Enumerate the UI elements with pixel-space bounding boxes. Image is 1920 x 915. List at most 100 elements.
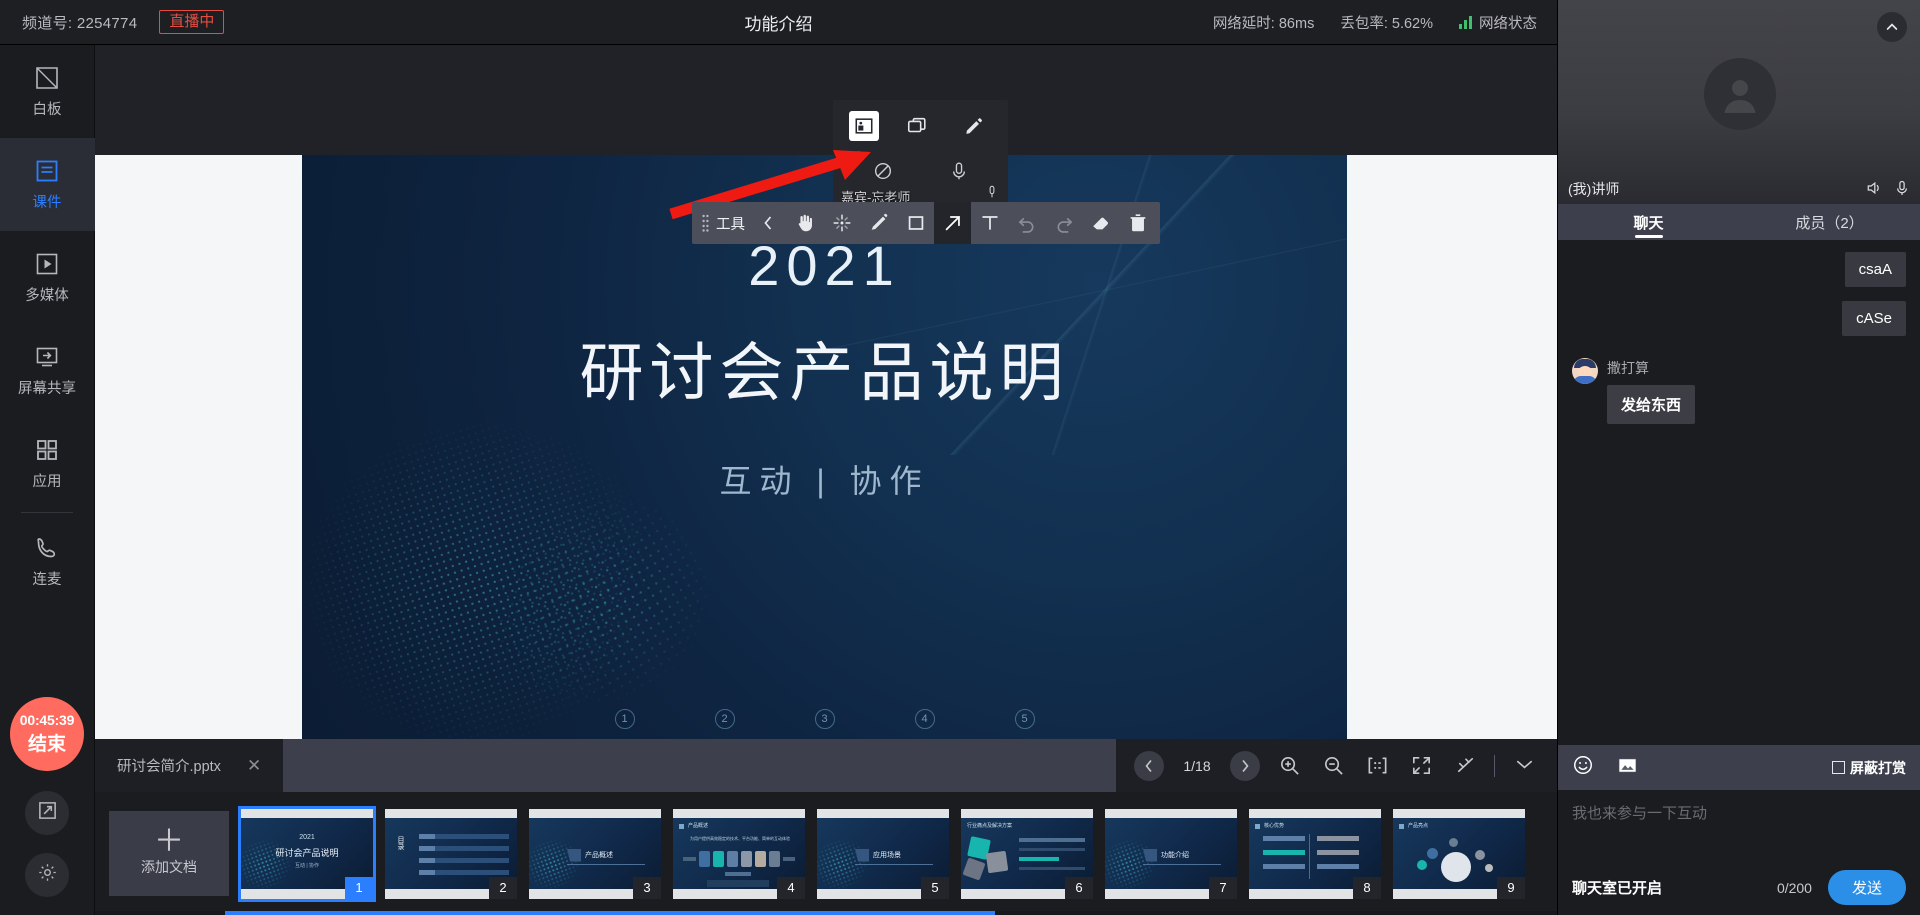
- thumbnail-caption: 为用户提供高效稳定的技术、平台功能、简单的互动体验: [690, 835, 790, 841]
- tab-chat-label: 聊天: [1633, 214, 1664, 232]
- chevron-left-icon[interactable]: [749, 202, 786, 244]
- fit-width-icon[interactable]: [1362, 751, 1392, 781]
- thumbnail-number: 5: [921, 876, 949, 899]
- zoom-out-icon[interactable]: [1318, 751, 1348, 781]
- char-counter: 0/200: [1776, 879, 1812, 896]
- chat-message-self: csaA: [1572, 252, 1906, 287]
- pip-icon[interactable]: [849, 111, 880, 141]
- whiteboard-icon: [34, 65, 60, 91]
- chat-bubble: cASe: [1842, 301, 1906, 336]
- settings-button[interactable]: [25, 853, 69, 897]
- chat-input[interactable]: 我也来参与一下互动: [1572, 802, 1906, 823]
- gear-icon: [37, 862, 58, 888]
- chevron-double-down-icon[interactable]: [1509, 751, 1539, 781]
- document-tab[interactable]: 研讨会简介.pptx ✕: [95, 739, 283, 792]
- session-timer: 00:45:39: [19, 712, 75, 728]
- thumbnail-scrollbar-thumb[interactable]: [225, 911, 995, 915]
- hand-tool[interactable]: [786, 202, 823, 244]
- redo-tool[interactable]: [1045, 202, 1082, 244]
- sidebar-item-multimedia[interactable]: 多媒体: [0, 231, 95, 324]
- undo-tool[interactable]: [1008, 202, 1045, 244]
- fullscreen-icon[interactable]: [1406, 751, 1436, 781]
- tab-members[interactable]: 成员（2）: [1739, 204, 1920, 240]
- slide-thumbnail-strip[interactable]: ＋ 添加文档 2021 研讨会产品说明 互动 | 协作 1 目录 2 产品概述 …: [95, 792, 1557, 915]
- sidebar-item-screen-share[interactable]: 屏幕共享: [0, 324, 95, 417]
- right-panel: (我)讲师 聊天 成员（2） csaA cASe 撒打算 发给东西 屏蔽打赏 我…: [1557, 0, 1920, 915]
- laser-pointer-icon[interactable]: [1450, 751, 1480, 781]
- sidebar-label-call: 连麦: [32, 571, 62, 588]
- chat-bubble: csaA: [1844, 252, 1906, 287]
- sidebar-label-courseware: 课件: [32, 194, 62, 211]
- sidebar-item-courseware[interactable]: 课件: [0, 138, 95, 231]
- screen-share-icon: [34, 344, 60, 370]
- add-document-button[interactable]: ＋ 添加文档: [109, 811, 229, 896]
- network-status[interactable]: 网络状态: [1459, 12, 1537, 33]
- text-tool[interactable]: [971, 202, 1008, 244]
- next-page-button[interactable]: [1230, 750, 1260, 781]
- mic-icon[interactable]: [941, 153, 977, 189]
- camera-off-icon[interactable]: [865, 153, 901, 189]
- teacher-video-tile[interactable]: (我)讲师: [1558, 0, 1920, 204]
- thumbnail-toc-items: [419, 833, 509, 875]
- popout-icon: [37, 800, 58, 826]
- video-tile-footer: (我)讲师: [1558, 174, 1920, 204]
- thumbnail-scrollbar-track[interactable]: [95, 911, 1557, 915]
- slide-thumbnail[interactable]: 产品亮点 9: [1393, 808, 1525, 899]
- sidebar-divider: [21, 512, 73, 513]
- slide-subtitle: 互动 | 协作: [719, 463, 930, 499]
- prev-page-button[interactable]: [1134, 750, 1164, 781]
- chevron-up-icon[interactable]: [1877, 12, 1907, 42]
- slide-thumbnail[interactable]: 2021 研讨会产品说明 互动 | 协作 1: [238, 805, 376, 902]
- mic-icon[interactable]: [1893, 179, 1911, 200]
- zoom-in-icon[interactable]: [1274, 751, 1304, 781]
- slide-page-marker: 2: [714, 709, 735, 729]
- chat-compose-footer: 聊天室已开启 0/200 发送: [1572, 870, 1906, 905]
- avatar: [1572, 358, 1598, 384]
- chat-message-body: 撒打算 发给东西: [1607, 358, 1696, 424]
- slide-thumbnail[interactable]: 行业痛点及解决方案 6: [961, 808, 1093, 899]
- rect-tool[interactable]: [897, 202, 934, 244]
- slide-thumbnail[interactable]: 功能介绍 7: [1105, 808, 1237, 899]
- block-reward-toggle[interactable]: 屏蔽打赏: [1832, 758, 1906, 778]
- sidebar-item-apps[interactable]: 应用: [0, 417, 95, 510]
- image-icon[interactable]: [1616, 754, 1639, 782]
- sidebar-item-whiteboard[interactable]: 白板: [0, 45, 95, 138]
- thumbnail-number: 7: [1209, 876, 1237, 899]
- top-bar: 频道号: 2254774 直播中 功能介绍 网络延时: 86ms 丢包率: 5.…: [0, 0, 1557, 45]
- slide-thumbnail[interactable]: 产品概述 为用户提供高效稳定的技术、平台功能、简单的互动体验 4: [673, 808, 805, 899]
- phone-icon: [34, 535, 60, 561]
- document-name: 研讨会简介.pptx: [117, 759, 221, 775]
- eraser-tool[interactable]: [1082, 202, 1119, 244]
- page-controls: 1/18: [1116, 750, 1557, 781]
- speaker-icon[interactable]: [1865, 179, 1883, 200]
- slide-thumbnail[interactable]: 应用场景 5: [817, 808, 949, 899]
- sidebar-item-call[interactable]: 连麦: [0, 515, 95, 608]
- drawing-toolbar[interactable]: 工具: [692, 202, 1160, 244]
- send-button[interactable]: 发送: [1827, 870, 1906, 905]
- drag-grip-icon[interactable]: [696, 214, 714, 232]
- tab-chat[interactable]: 聊天: [1558, 204, 1739, 240]
- block-reward-label: 屏蔽打赏: [1850, 759, 1906, 776]
- slide-thumbnail[interactable]: 目录 2: [385, 808, 517, 899]
- presenter-control-card[interactable]: 嘉宾-忘老师: [833, 100, 1008, 210]
- chat-message-list[interactable]: csaA cASe 撒打算 发给东西: [1558, 240, 1920, 745]
- thumbnail-header: 行业痛点及解决方案: [967, 822, 1013, 829]
- slide-title: 研讨会产品说明: [579, 337, 1070, 409]
- slide-thumbnail[interactable]: 产品概述 3: [529, 808, 661, 899]
- popout-button[interactable]: [25, 791, 69, 835]
- packet-loss: 丢包率: 5.62%: [1340, 15, 1433, 32]
- close-icon[interactable]: ✕: [247, 756, 261, 776]
- end-session-button[interactable]: 00:45:39 结束: [10, 697, 84, 771]
- pencil-icon[interactable]: [956, 108, 992, 144]
- slide-page-markers: 1 2 3 4 5: [302, 709, 1347, 729]
- chat-sender-name: 撒打算: [1607, 360, 1649, 376]
- arrow-tool[interactable]: [934, 202, 971, 244]
- thumbnail-number: 3: [633, 876, 661, 899]
- window-icon[interactable]: [899, 108, 935, 144]
- slide-thumbnail[interactable]: 核心优势 8: [1249, 808, 1381, 899]
- delete-tool[interactable]: [1119, 202, 1156, 244]
- emoji-icon[interactable]: [1572, 754, 1594, 781]
- pen-tool[interactable]: [860, 202, 897, 244]
- chat-compose-area[interactable]: 我也来参与一下互动 聊天室已开启 0/200 发送: [1558, 790, 1920, 915]
- select-tool[interactable]: [823, 202, 860, 244]
